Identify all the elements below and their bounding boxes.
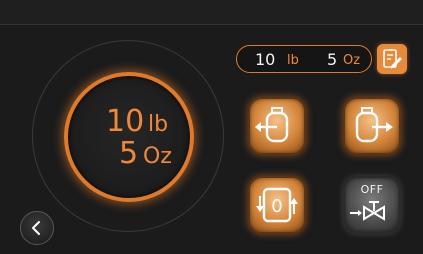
readout-lb-value: 10 xyxy=(255,50,276,69)
chevron-left-icon xyxy=(32,221,40,235)
readout-lb-unit: lb xyxy=(287,53,299,68)
tank-input-button[interactable] xyxy=(248,97,306,155)
scale-screen: 10 lb 5 Oz 10 lb 5 Oz 0 OFF xyxy=(0,0,423,254)
tank-output-icon xyxy=(355,107,393,143)
readout-oz-value: 5 xyxy=(327,50,338,69)
gauge-oz-value: 5 xyxy=(119,136,139,171)
valve-off-button[interactable]: OFF xyxy=(343,176,401,234)
gauge-oz-unit: Oz xyxy=(143,144,172,169)
edit-icon xyxy=(383,49,402,69)
top-bar xyxy=(0,0,423,25)
readout-oz-unit: Oz xyxy=(343,53,361,68)
valve-icon xyxy=(350,201,385,221)
tank-output-button[interactable] xyxy=(343,97,401,155)
gauge-lb-unit: lb xyxy=(148,112,169,137)
tank-input-icon xyxy=(255,107,289,143)
zero-label: 0 xyxy=(271,196,282,217)
tare-zero-icon: 0 xyxy=(256,187,298,223)
back-button[interactable] xyxy=(20,211,54,245)
tare-zero-button[interactable]: 0 xyxy=(248,176,306,234)
weight-readout: 10 lb 5 Oz xyxy=(236,45,372,73)
edit-weight-button[interactable] xyxy=(377,44,407,74)
gauge-lb-value: 10 xyxy=(106,104,145,139)
